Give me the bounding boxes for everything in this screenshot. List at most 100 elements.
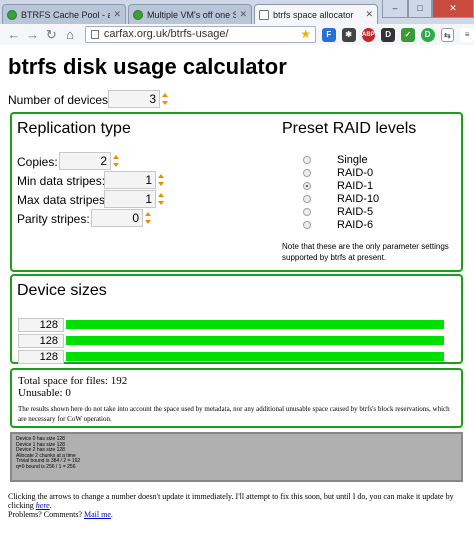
adblock-icon[interactable]: ABP — [361, 27, 376, 42]
parity-input[interactable]: 0 — [91, 209, 143, 227]
tab-title: BTRFS Cache Pool - availa — [21, 9, 110, 20]
radio-button[interactable] — [303, 207, 311, 216]
close-tab-icon[interactable]: ✕ — [113, 9, 121, 20]
page-title: btrfs disk usage calculator — [8, 54, 287, 79]
tab-title: btrfs space allocator — [273, 9, 354, 20]
device-sizes-heading: Device sizes — [17, 282, 107, 299]
device-size-input[interactable]: 128 — [18, 318, 64, 332]
up-arrow-icon[interactable] — [158, 193, 164, 197]
browser-chrome: BTRFS Cache Pool - availa ✕ Multiple VM'… — [0, 0, 474, 45]
preset-option-label: RAID-6 — [337, 218, 374, 231]
preset-option-single[interactable]: Single — [303, 153, 368, 166]
radio-button[interactable] — [303, 220, 311, 229]
extension-f-icon[interactable]: F — [322, 27, 336, 42]
tab-multiple-vms[interactable]: Multiple VM's off one SSD ✕ — [128, 4, 252, 24]
green-circle-icon — [133, 9, 143, 20]
update-note: Clicking the arrows to change a number d… — [8, 492, 468, 510]
debug-lines: Device 0 has size 128 Device 1 has size 1… — [16, 436, 457, 471]
device-sizes-panel: Device sizes 128 128 128 — [10, 274, 463, 364]
contact-text: Problems? Comments? — [8, 510, 84, 519]
preset-option-raid-6[interactable]: RAID-6 — [303, 218, 373, 231]
bookmark-star-icon[interactable]: ★ — [300, 27, 311, 42]
device-usage-bar — [66, 336, 444, 345]
max-stripes-label: Max data stripes: — [17, 193, 109, 207]
extension-arrows-icon[interactable]: ⇆ — [440, 27, 455, 42]
max-stripes-spinner[interactable] — [157, 190, 166, 208]
tab-btrfs-cache-pool[interactable]: BTRFS Cache Pool - availa ✕ — [2, 4, 126, 24]
down-arrow-icon[interactable] — [113, 163, 119, 167]
preset-option-raid-10[interactable]: RAID-10 — [303, 192, 379, 205]
device-size-input[interactable]: 128 — [18, 350, 64, 364]
up-arrow-icon[interactable] — [145, 212, 151, 216]
up-arrow-icon[interactable] — [113, 155, 119, 159]
min-stripes-spinner[interactable] — [157, 171, 166, 189]
preset-option-label: RAID-10 — [337, 192, 380, 205]
page-icon — [90, 30, 99, 39]
preset-option-raid-1[interactable]: RAID-1 — [303, 179, 373, 192]
preset-note: Note that these are the only parameter s… — [282, 242, 449, 262]
menu-icon[interactable]: ≡ — [460, 27, 474, 42]
tab-btrfs-space-allocator[interactable]: btrfs space allocator ✕ — [254, 4, 378, 24]
tab-title: Multiple VM's off one SSD — [147, 9, 236, 20]
device-usage-bar — [66, 352, 444, 361]
up-arrow-icon[interactable] — [162, 93, 168, 97]
mail-me-link[interactable]: Mail me — [84, 510, 111, 519]
forward-arrow-icon[interactable]: → — [25, 27, 41, 43]
address-bar[interactable]: carfax.org.uk/btrfs-usage/ ★ — [84, 26, 316, 43]
up-arrow-icon[interactable] — [158, 174, 164, 178]
total-space-text: Total space for files: 192 — [18, 375, 128, 387]
copies-spinner[interactable] — [112, 152, 121, 170]
tab-strip: BTRFS Cache Pool - availa ✕ Multiple VM'… — [0, 0, 474, 24]
results-note: The results shown here do not take into … — [18, 405, 450, 423]
min-stripes-input[interactable]: 1 — [104, 171, 156, 189]
contact-line: Problems? Comments? Mail me. — [8, 510, 468, 519]
num-devices-input[interactable]: 3 — [108, 90, 160, 108]
browser-toolbar: ← → ↻ ⌂ carfax.org.uk/btrfs-usage/ ★ F ✱… — [0, 24, 474, 45]
update-note-text: Clicking the arrows to change a number d… — [8, 492, 454, 510]
preset-option-label: RAID-1 — [337, 179, 374, 192]
radio-button[interactable] — [303, 194, 311, 203]
extension-puzzle-icon[interactable]: ✱ — [341, 27, 356, 42]
preset-heading: Preset RAID levels — [282, 120, 417, 137]
device-usage-bar — [66, 320, 444, 329]
update-note-end: . — [49, 501, 52, 510]
num-devices-spinner[interactable] — [161, 90, 170, 108]
home-icon[interactable]: ⌂ — [62, 27, 78, 43]
down-arrow-icon[interactable] — [145, 220, 151, 224]
back-arrow-icon[interactable]: ← — [6, 27, 22, 43]
extension-check-icon[interactable]: ✓ — [401, 27, 415, 42]
results-panel: Total space for files: 192 Unusable: 0 T… — [10, 368, 463, 428]
extension-d-green-icon[interactable]: D — [420, 27, 435, 42]
replication-heading: Replication type — [17, 120, 131, 137]
copies-input[interactable]: 2 — [59, 152, 111, 170]
parity-spinner[interactable] — [144, 209, 153, 227]
maximize-button[interactable]: □ — [408, 0, 432, 18]
preset-option-raid-5[interactable]: RAID-5 — [303, 205, 373, 218]
page-content: btrfs disk usage calculator Number of de… — [0, 46, 474, 538]
extension-d-icon[interactable]: D — [381, 27, 395, 42]
max-stripes-input[interactable]: 1 — [104, 190, 156, 208]
parity-label: Parity stripes: — [17, 212, 90, 226]
debug-output: Device 0 has size 128 Device 1 has size 1… — [10, 432, 463, 482]
radio-button[interactable] — [303, 168, 311, 177]
close-tab-icon[interactable]: ✕ — [239, 9, 247, 20]
reload-icon[interactable]: ↻ — [43, 27, 59, 43]
device-row: 128 — [18, 334, 458, 348]
document-icon — [259, 9, 269, 20]
radio-button[interactable] — [303, 155, 311, 164]
window-controls: – □ ✕ — [382, 0, 474, 18]
copies-label: Copies: — [17, 155, 58, 169]
down-arrow-icon[interactable] — [162, 101, 168, 105]
min-stripes-label: Min data stripes: — [17, 174, 106, 188]
green-circle-icon — [7, 9, 17, 20]
close-tab-icon[interactable]: ✕ — [365, 9, 373, 20]
down-arrow-icon[interactable] — [158, 182, 164, 186]
device-size-input[interactable]: 128 — [18, 334, 64, 348]
preset-option-raid-0[interactable]: RAID-0 — [303, 166, 373, 179]
down-arrow-icon[interactable] — [158, 201, 164, 205]
minimize-button[interactable]: – — [382, 0, 408, 18]
update-here-link[interactable]: here — [36, 501, 50, 510]
radio-button[interactable] — [303, 181, 311, 190]
close-window-button[interactable]: ✕ — [432, 0, 474, 18]
preset-option-label: Single — [337, 153, 368, 166]
